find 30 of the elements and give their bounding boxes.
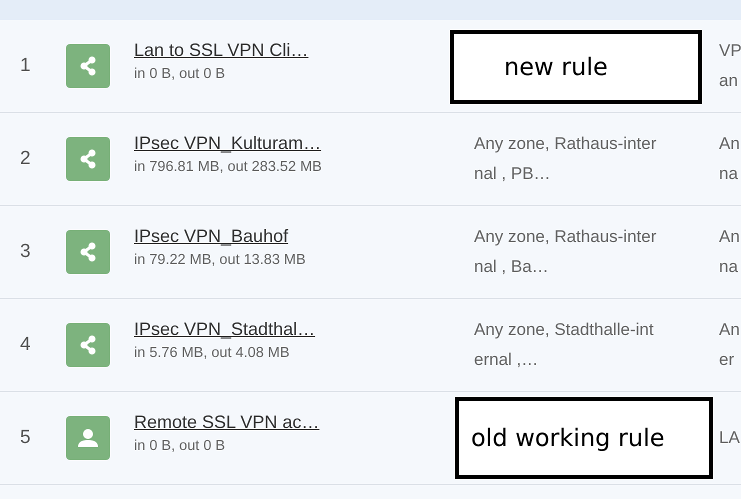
source-zones-text: Any zone, Stadthalle-int ernal ,… [474, 319, 654, 371]
destination-zones-text: LA [719, 427, 740, 449]
destination-zones-text: An na [719, 133, 740, 185]
annotation-text: new rule [504, 53, 608, 81]
source-zones-text: Any zone, Rathaus-inter nal , Ba… [474, 226, 656, 278]
rule-number: 2 [20, 148, 32, 170]
annotation-text: old working rule [471, 424, 665, 452]
rule-name-link[interactable]: IPsec VPN_Kulturam… [134, 133, 322, 154]
destination-zones-text: VP an [719, 40, 741, 92]
rule-name-link[interactable]: Remote SSL VPN ac… [134, 412, 320, 433]
rule-number: 5 [20, 427, 32, 449]
source-zones-text: Any zone, Rathaus-inter nal , PB… [474, 133, 656, 185]
share-icon [66, 137, 110, 181]
rule-name-link[interactable]: IPsec VPN_Stadthal… [134, 319, 316, 340]
traffic-text: in 5.76 MB, out 4.08 MB [134, 345, 291, 361]
rule-number: 4 [20, 334, 32, 356]
share-icon [66, 230, 110, 274]
traffic-text: in 0 B, out 0 B [134, 438, 226, 454]
traffic-text: in 0 B, out 0 B [134, 66, 226, 82]
share-icon [66, 44, 110, 88]
destination-zones-text: An na [719, 226, 740, 278]
rule-name-link[interactable]: Lan to SSL VPN Cli… [134, 40, 308, 61]
traffic-text: in 79.22 MB, out 13.83 MB [134, 252, 307, 268]
rule-name-link[interactable]: IPsec VPN_Bauhof [134, 226, 288, 247]
traffic-text: in 796.81 MB, out 283.52 MB [134, 159, 323, 175]
user-icon [66, 416, 110, 460]
destination-zones-text: An er [719, 319, 740, 371]
rule-number: 3 [20, 241, 32, 263]
share-icon [66, 323, 110, 367]
rule-number: 1 [20, 55, 32, 77]
